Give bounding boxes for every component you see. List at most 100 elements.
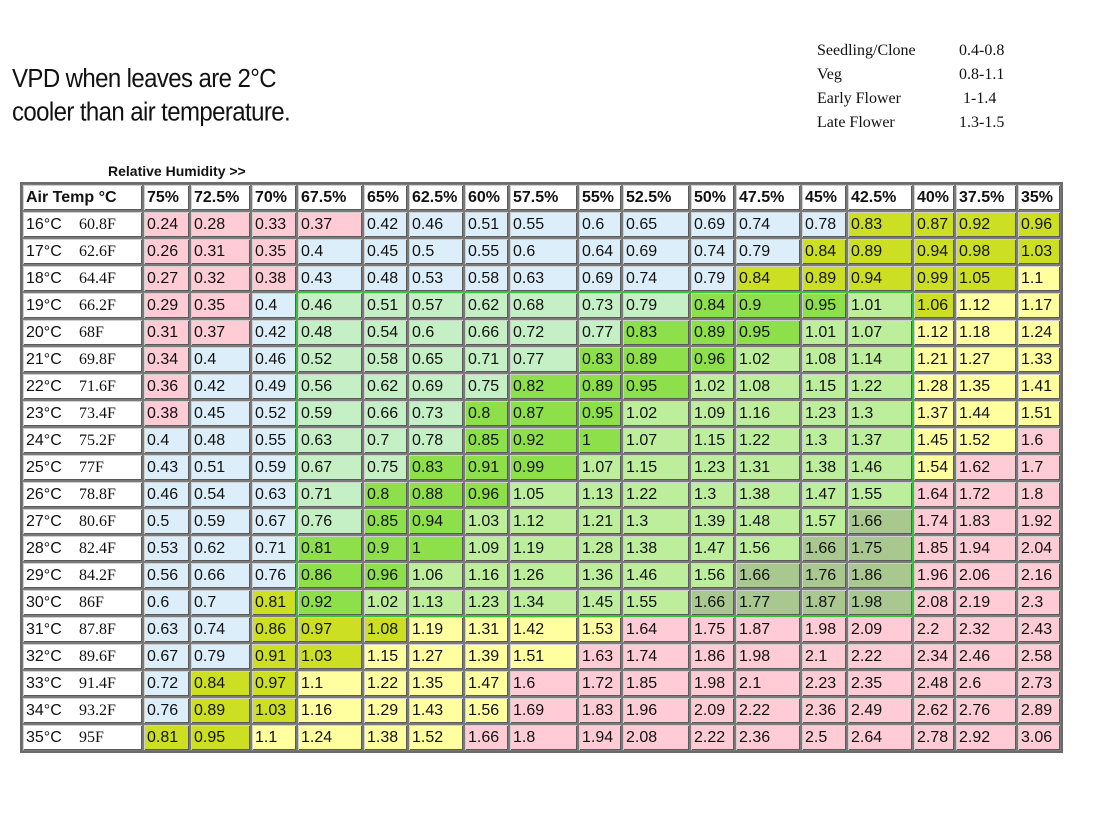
vpd-value-cell: 0.56 — [297, 373, 363, 400]
vpd-value-cell: 0.32 — [190, 265, 251, 292]
air-temp-cell: 30°C 86F — [22, 589, 143, 616]
vpd-value-cell: 1.94 — [955, 535, 1017, 562]
air-temp-cell: 35°C 95F — [22, 724, 143, 751]
vpd-value-cell: 2.2 — [913, 616, 955, 643]
air-temp-fahrenheit: 84.2F — [79, 566, 116, 584]
rh-column-header: 65% — [363, 184, 408, 211]
vpd-value-cell: 1.02 — [363, 589, 408, 616]
vpd-value-cell: 1.36 — [578, 562, 622, 589]
vpd-value-cell: 1.75 — [690, 616, 735, 643]
air-temp-celsius: 30°C — [26, 593, 62, 611]
vpd-value-cell: 0.67 — [143, 643, 190, 670]
vpd-value-cell: 1.74 — [622, 643, 690, 670]
vpd-value-cell: 0.37 — [190, 319, 251, 346]
air-temp-fahrenheit: 68F — [79, 323, 104, 341]
table-row: 29°C 84.2F 0.56 0.66 0.76 0.86 0.96 1.06 1.16 1.2… — [22, 562, 1061, 589]
vpd-value-cell: 1.3 — [690, 481, 735, 508]
vpd-value-cell: 1.07 — [847, 319, 913, 346]
legend-row-early-flower: Early Flower 1-1.4 — [817, 90, 1037, 114]
vpd-value-cell: 0.5 — [408, 238, 464, 265]
vpd-value-cell: 1.83 — [955, 508, 1017, 535]
vpd-value-cell: 2.3 — [1017, 589, 1061, 616]
vpd-value-cell: 1.66 — [735, 562, 801, 589]
vpd-value-cell: 0.73 — [408, 400, 464, 427]
air-temp-fahrenheit: 82.4F — [79, 539, 116, 557]
air-temp-fahrenheit: 93.2F — [79, 701, 116, 719]
vpd-value-cell: 1.46 — [847, 454, 913, 481]
vpd-value-cell: 0.48 — [190, 427, 251, 454]
table-row: 30°C 86F 0.6 0.7 0.81 0.92 1.02 1.13 1.23 1.34 1.4… — [22, 589, 1061, 616]
vpd-value-cell: 0.74 — [690, 238, 735, 265]
vpd-value-cell: 0.81 — [251, 589, 297, 616]
vpd-value-cell: 2.23 — [801, 670, 847, 697]
vpd-value-cell: 1.47 — [464, 670, 509, 697]
vpd-value-cell: 0.56 — [143, 562, 190, 589]
vpd-value-cell: 0.62 — [363, 373, 408, 400]
vpd-value-cell: 2.46 — [955, 643, 1017, 670]
vpd-value-cell: 0.45 — [190, 400, 251, 427]
rh-column-header: 45% — [801, 184, 847, 211]
vpd-value-cell: 1.26 — [509, 562, 578, 589]
vpd-value-cell: 1.64 — [622, 616, 690, 643]
vpd-value-cell: 0.89 — [847, 238, 913, 265]
vpd-value-cell: 2.92 — [955, 724, 1017, 751]
air-temp-fahrenheit: 80.6F — [79, 512, 116, 530]
vpd-value-cell: 1.55 — [847, 481, 913, 508]
vpd-value-cell: 1.15 — [622, 454, 690, 481]
vpd-value-cell: 1.76 — [801, 562, 847, 589]
vpd-value-cell: 0.81 — [143, 724, 190, 751]
rh-column-header: 75% — [143, 184, 190, 211]
rh-column-header: 52.5% — [622, 184, 690, 211]
vpd-value-cell: 1.01 — [847, 292, 913, 319]
vpd-value-cell: 0.96 — [464, 481, 509, 508]
vpd-value-cell: 1.38 — [363, 724, 408, 751]
vpd-value-cell: 1.57 — [801, 508, 847, 535]
air-temp-fahrenheit: 77F — [79, 458, 104, 476]
vpd-value-cell: 0.62 — [190, 535, 251, 562]
vpd-value-cell: 0.45 — [363, 238, 408, 265]
vpd-value-cell: 1.74 — [913, 508, 955, 535]
vpd-value-cell: 0.54 — [190, 481, 251, 508]
air-temp-celsius: 25°C — [26, 458, 62, 476]
table-row: 24°C 75.2F 0.4 0.48 0.55 0.63 0.7 0.78 0.85 0.92 1… — [22, 427, 1061, 454]
air-temp-cell: 16°C 60.8F — [22, 211, 143, 238]
vpd-value-cell: 0.42 — [190, 373, 251, 400]
vpd-value-cell: 1.18 — [955, 319, 1017, 346]
vpd-value-cell: 3.06 — [1017, 724, 1061, 751]
vpd-value-cell: 0.58 — [464, 265, 509, 292]
air-temp-cell: 21°C 69.8F — [22, 346, 143, 373]
vpd-value-cell: 0.51 — [464, 211, 509, 238]
title-line-1: VPD when leaves are 2°C — [12, 64, 277, 94]
air-temp-fahrenheit: 69.8F — [79, 350, 116, 368]
air-temp-celsius: 29°C — [26, 566, 62, 584]
vpd-value-cell: 0.46 — [251, 346, 297, 373]
vpd-value-cell: 0.86 — [251, 616, 297, 643]
vpd-value-cell: 2.32 — [955, 616, 1017, 643]
vpd-value-cell: 0.36 — [143, 373, 190, 400]
vpd-table: Air Temp °C 75% 72.5% 70% 67.5% 65% 62.5% 60% 5… — [20, 182, 1063, 753]
vpd-value-cell: 0.4 — [143, 427, 190, 454]
rh-column-header: 37.5% — [955, 184, 1017, 211]
table-row: 19°C 66.2F 0.29 0.35 0.4 0.46 0.51 0.57 0.62 0.68… — [22, 292, 1061, 319]
vpd-value-cell: 1.38 — [622, 535, 690, 562]
table-row: 18°C 64.4F 0.27 0.32 0.38 0.43 0.48 0.53 0.58 0.6… — [22, 265, 1061, 292]
vpd-value-cell: 0.24 — [143, 211, 190, 238]
vpd-value-cell: 0.57 — [408, 292, 464, 319]
legend-row-veg: Veg 0.8-1.1 — [817, 66, 1037, 90]
vpd-value-cell: 1.08 — [801, 346, 847, 373]
air-temp-celsius: 28°C — [26, 539, 62, 557]
vpd-value-cell: 0.85 — [363, 508, 408, 535]
vpd-value-cell: 1.08 — [363, 616, 408, 643]
vpd-value-cell: 0.69 — [622, 238, 690, 265]
air-temp-celsius: 18°C — [26, 269, 62, 287]
vpd-value-cell: 1.33 — [1017, 346, 1061, 373]
vpd-value-cell: 1.38 — [735, 481, 801, 508]
vpd-value-cell: 0.62 — [464, 292, 509, 319]
vpd-value-cell: 0.53 — [408, 265, 464, 292]
legend-row-seedling: Seedling/Clone 0.4-0.8 — [817, 42, 1037, 66]
vpd-value-cell: 1.64 — [913, 481, 955, 508]
vpd-value-cell: 1.3 — [801, 427, 847, 454]
vpd-value-cell: 0.91 — [464, 454, 509, 481]
vpd-value-cell: 1.31 — [735, 454, 801, 481]
vpd-value-cell: 1.51 — [1017, 400, 1061, 427]
